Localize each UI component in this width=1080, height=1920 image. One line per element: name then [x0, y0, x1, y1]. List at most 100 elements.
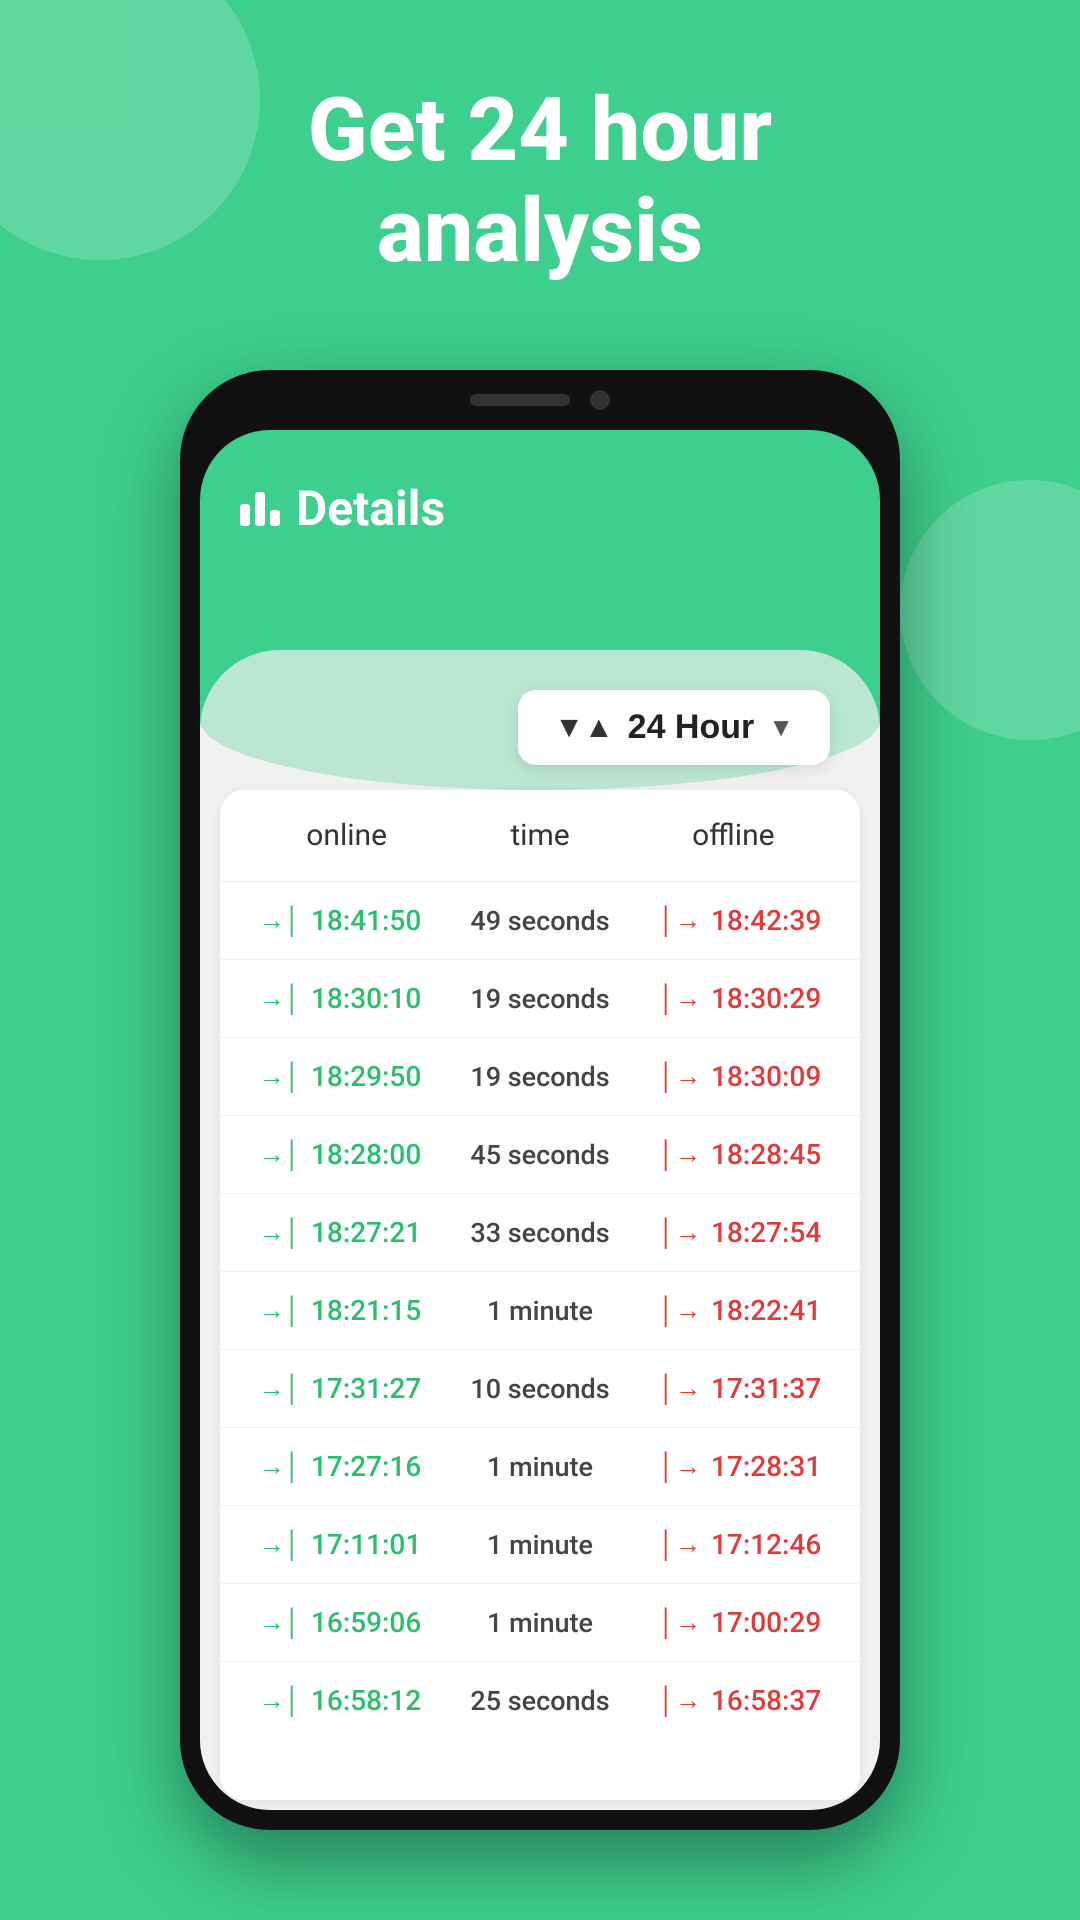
online-time-10: 16:58:12 — [311, 1684, 421, 1717]
cell-time-5: 1 minute — [440, 1295, 640, 1327]
cell-online-9: →│ 16:59:06 — [240, 1606, 440, 1639]
cell-offline-10: │→ 16:58:37 — [640, 1684, 840, 1717]
arrow-out-icon: │→ — [659, 1295, 701, 1326]
cell-time-0: 49 seconds — [440, 905, 640, 937]
camera — [590, 390, 610, 410]
cell-offline-6: │→ 17:31:37 — [640, 1372, 840, 1405]
duration-6: 10 seconds — [470, 1373, 609, 1405]
online-time-5: 18:21:15 — [311, 1294, 421, 1327]
duration-2: 19 seconds — [470, 1061, 609, 1093]
duration-1: 19 seconds — [470, 983, 609, 1015]
arrow-out-icon: │→ — [659, 1529, 701, 1560]
duration-10: 25 seconds — [470, 1685, 609, 1717]
cell-time-4: 33 seconds — [440, 1217, 640, 1249]
table-header: online time offline — [220, 790, 860, 882]
header-text: Get 24 hour analysis — [0, 80, 1080, 282]
offline-time-6: 17:31:37 — [711, 1372, 821, 1405]
table-row: →│ 18:27:21 33 seconds │→ 18:27:54 — [220, 1194, 860, 1272]
table-row: →│ 18:30:10 19 seconds │→ 18:30:29 — [220, 960, 860, 1038]
arrow-in-icon: →│ — [259, 1061, 301, 1092]
offline-time-8: 17:12:46 — [711, 1528, 821, 1561]
online-time-1: 18:30:10 — [311, 982, 421, 1015]
phone-mockup: Details ▼▲ 24 Hour ▼ online time offline — [180, 370, 900, 1830]
arrow-out-icon: │→ — [659, 983, 701, 1014]
cell-offline-1: │→ 18:30:29 — [640, 982, 840, 1015]
cell-time-1: 19 seconds — [440, 983, 640, 1015]
cell-time-10: 25 seconds — [440, 1685, 640, 1717]
phone-notch — [400, 370, 680, 430]
data-table: online time offline →│ 18:41:50 49 secon… — [220, 790, 860, 1800]
cell-time-3: 45 seconds — [440, 1139, 640, 1171]
cell-time-8: 1 minute — [440, 1529, 640, 1561]
offline-time-10: 16:58:37 — [711, 1684, 821, 1717]
table-row: →│ 18:41:50 49 seconds │→ 18:42:39 — [220, 882, 860, 960]
app-header: Details — [200, 430, 880, 567]
header-line1: Get 24 hour — [60, 80, 1020, 181]
col-offline: offline — [637, 818, 830, 853]
table-body: →│ 18:41:50 49 seconds │→ 18:42:39 →│ 18… — [220, 882, 860, 1800]
online-time-9: 16:59:06 — [311, 1606, 421, 1639]
arrow-in-icon: →│ — [259, 1373, 301, 1404]
duration-4: 33 seconds — [470, 1217, 609, 1249]
online-time-4: 18:27:21 — [311, 1216, 421, 1249]
arrow-out-icon: │→ — [659, 1451, 701, 1482]
online-time-7: 17:27:16 — [311, 1450, 421, 1483]
cell-offline-9: │→ 17:00:29 — [640, 1606, 840, 1639]
cell-online-10: →│ 16:58:12 — [240, 1684, 440, 1717]
cell-online-6: →│ 17:31:27 — [240, 1372, 440, 1405]
offline-time-2: 18:30:09 — [711, 1060, 821, 1093]
filter-label: 24 Hour — [628, 708, 755, 747]
cell-offline-4: │→ 18:27:54 — [640, 1216, 840, 1249]
cell-online-4: →│ 18:27:21 — [240, 1216, 440, 1249]
cell-offline-0: │→ 18:42:39 — [640, 904, 840, 937]
cell-offline-5: │→ 18:22:41 — [640, 1294, 840, 1327]
arrow-in-icon: →│ — [259, 1295, 301, 1326]
cell-online-0: →│ 18:41:50 — [240, 904, 440, 937]
arrow-in-icon: →│ — [259, 1139, 301, 1170]
arrow-out-icon: │→ — [659, 1373, 701, 1404]
filter-row: ▼▲ 24 Hour ▼ — [518, 690, 830, 765]
speaker — [470, 394, 570, 406]
offline-time-1: 18:30:29 — [711, 982, 821, 1015]
online-time-3: 18:28:00 — [311, 1138, 421, 1171]
col-time: time — [443, 818, 636, 853]
table-row: →│ 18:28:00 45 seconds │→ 18:28:45 — [220, 1116, 860, 1194]
arrow-in-icon: →│ — [259, 1607, 301, 1638]
offline-time-7: 17:28:31 — [711, 1450, 821, 1483]
cell-online-5: →│ 18:21:15 — [240, 1294, 440, 1327]
table-row: →│ 16:58:12 25 seconds │→ 16:58:37 — [220, 1662, 860, 1739]
cell-time-2: 19 seconds — [440, 1061, 640, 1093]
cell-online-1: →│ 18:30:10 — [240, 982, 440, 1015]
cell-offline-2: │→ 18:30:09 — [640, 1060, 840, 1093]
table-row: →│ 17:31:27 10 seconds │→ 17:31:37 — [220, 1350, 860, 1428]
bg-circle-bottomright — [900, 480, 1080, 740]
duration-7: 1 minute — [487, 1451, 593, 1483]
table-row: →│ 17:11:01 1 minute │→ 17:12:46 — [220, 1506, 860, 1584]
bar-chart-icon — [240, 492, 280, 526]
cell-time-9: 1 minute — [440, 1607, 640, 1639]
phone-screen: Details ▼▲ 24 Hour ▼ online time offline — [200, 430, 880, 1810]
cell-online-3: →│ 18:28:00 — [240, 1138, 440, 1171]
duration-5: 1 minute — [487, 1295, 593, 1327]
online-time-6: 17:31:27 — [311, 1372, 421, 1405]
filter-button[interactable]: ▼▲ 24 Hour ▼ — [518, 690, 830, 765]
filter-icon: ▼▲ — [554, 711, 613, 745]
arrow-out-icon: │→ — [659, 1607, 701, 1638]
offline-time-5: 18:22:41 — [711, 1294, 821, 1327]
arrow-in-icon: →│ — [259, 1217, 301, 1248]
arrow-out-icon: │→ — [659, 1217, 701, 1248]
col-online: online — [250, 818, 443, 853]
duration-9: 1 minute — [487, 1607, 593, 1639]
arrow-out-icon: │→ — [659, 1061, 701, 1092]
arrow-out-icon: │→ — [659, 905, 701, 936]
offline-time-0: 18:42:39 — [711, 904, 821, 937]
arrow-in-icon: →│ — [259, 983, 301, 1014]
table-row: →│ 17:27:16 1 minute │→ 17:28:31 — [220, 1428, 860, 1506]
cell-online-8: →│ 17:11:01 — [240, 1528, 440, 1561]
table-row: →│ 16:59:06 1 minute │→ 17:00:29 — [220, 1584, 860, 1662]
cell-online-2: →│ 18:29:50 — [240, 1060, 440, 1093]
app-title: Details — [296, 480, 445, 537]
duration-0: 49 seconds — [470, 905, 609, 937]
cell-offline-3: │→ 18:28:45 — [640, 1138, 840, 1171]
cell-time-6: 10 seconds — [440, 1373, 640, 1405]
